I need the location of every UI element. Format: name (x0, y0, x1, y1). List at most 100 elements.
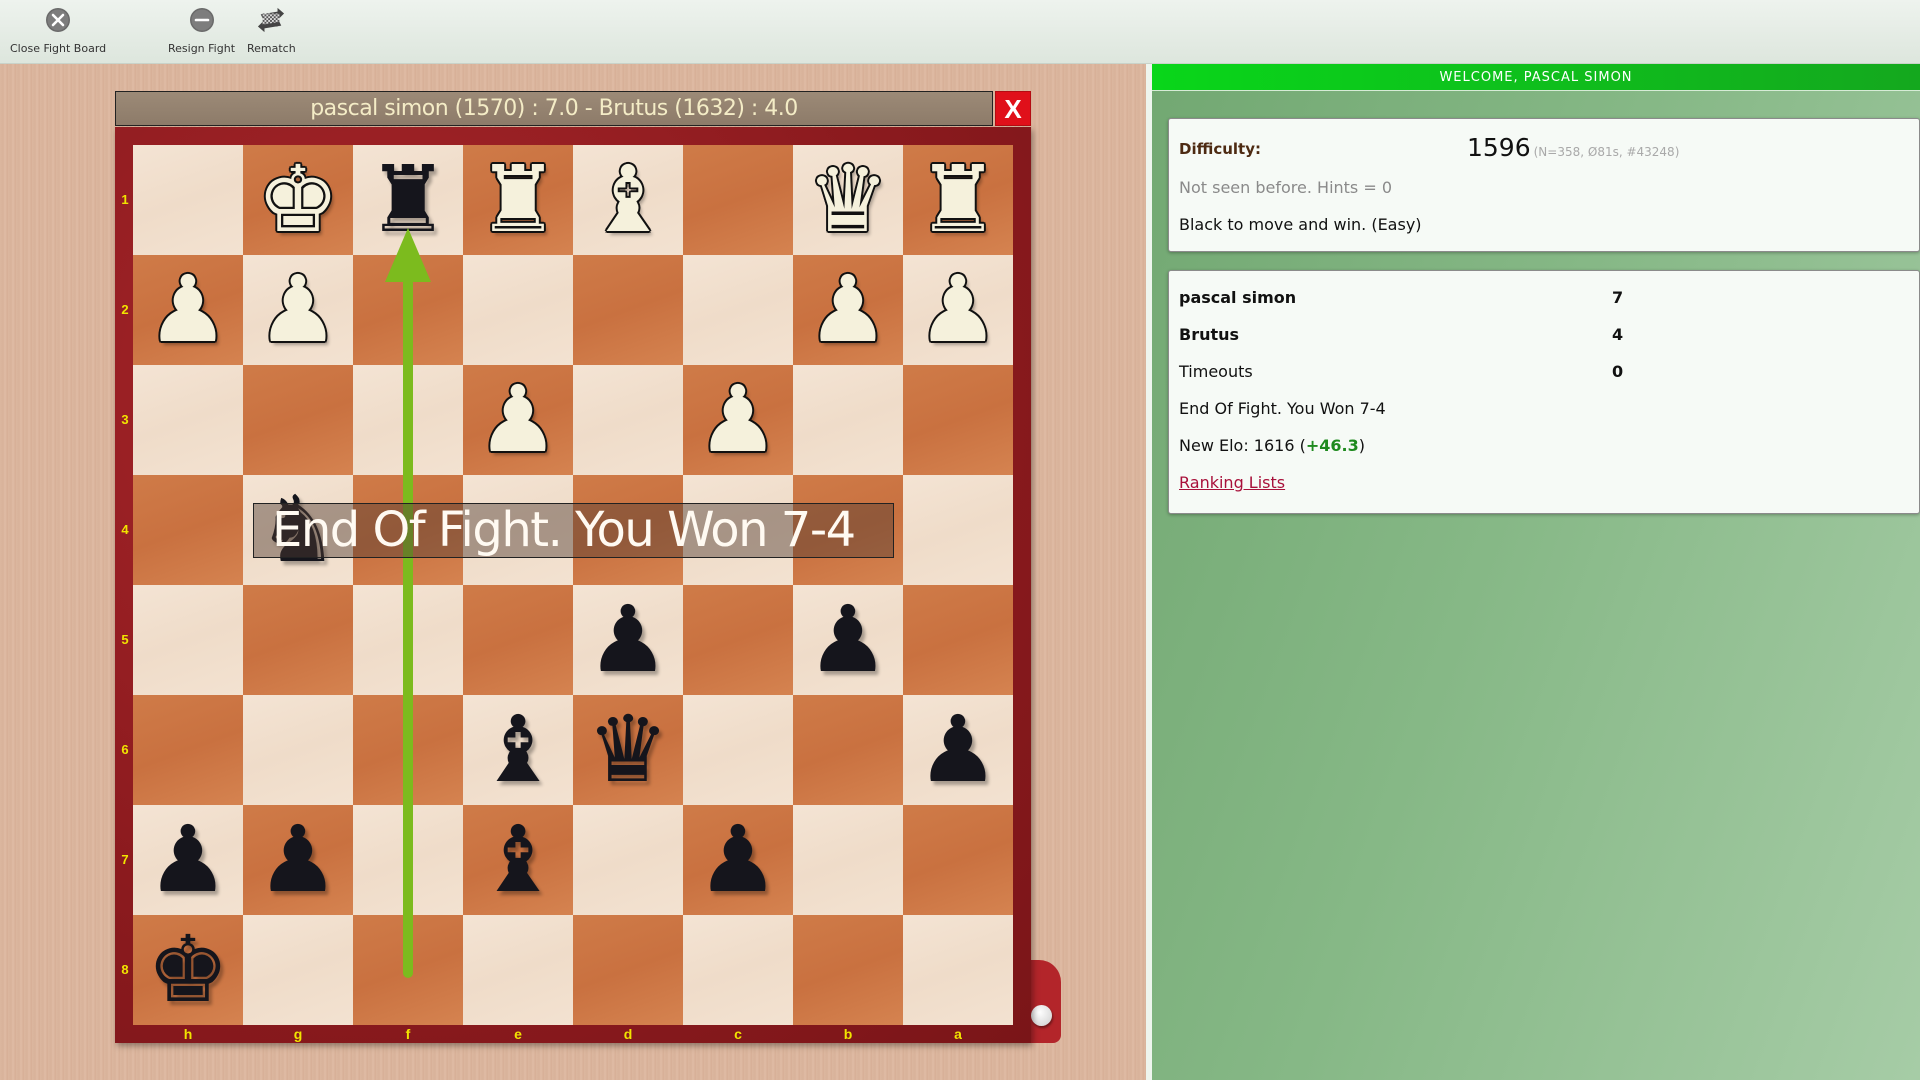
white-rook-piece[interactable]: ♜ (903, 145, 1013, 255)
square-c8[interactable] (683, 915, 793, 1025)
square-c7[interactable]: ♟ (683, 805, 793, 915)
new-elo-suffix: ) (1358, 436, 1365, 455)
square-g6[interactable] (243, 695, 353, 805)
square-h3[interactable] (133, 365, 243, 475)
square-g3[interactable] (243, 365, 353, 475)
square-a1[interactable]: ♜ (903, 145, 1013, 255)
square-d3[interactable] (573, 365, 683, 475)
square-h5[interactable] (133, 585, 243, 695)
square-f8[interactable] (353, 915, 463, 1025)
square-h1[interactable] (133, 145, 243, 255)
black-queen-piece[interactable]: ♛ (573, 695, 683, 805)
board-handle-knob[interactable] (1031, 1005, 1052, 1026)
black-rook-piece[interactable]: ♜ (353, 145, 463, 255)
square-f3[interactable] (353, 365, 463, 475)
square-b8[interactable] (793, 915, 903, 1025)
white-pawn-piece[interactable]: ♟ (133, 255, 243, 365)
square-c6[interactable] (683, 695, 793, 805)
rematch-button[interactable]: Rematch (247, 6, 296, 55)
square-d1[interactable]: ♝ (573, 145, 683, 255)
square-b5[interactable]: ♟ (793, 585, 903, 695)
black-pawn-piece[interactable]: ♟ (573, 585, 683, 695)
white-pawn-piece[interactable]: ♟ (683, 365, 793, 475)
square-c3[interactable]: ♟ (683, 365, 793, 475)
white-bishop-piece[interactable]: ♝ (573, 145, 683, 255)
white-queen-piece[interactable]: ♛ (793, 145, 903, 255)
square-h8[interactable]: ♚ (133, 915, 243, 1025)
square-g8[interactable] (243, 915, 353, 1025)
ranking-lists-link[interactable]: Ranking Lists (1179, 473, 1285, 492)
square-b7[interactable] (793, 805, 903, 915)
square-d5[interactable]: ♟ (573, 585, 683, 695)
close-fight-board-button[interactable]: Close Fight Board (10, 6, 106, 55)
square-f5[interactable] (353, 585, 463, 695)
square-a4[interactable] (903, 475, 1013, 585)
resign-fight-button[interactable]: Resign Fight (168, 6, 235, 55)
new-elo: New Elo: 1616 (+46.3) (1179, 436, 1365, 455)
square-d2[interactable] (573, 255, 683, 365)
black-pawn-piece[interactable]: ♟ (683, 805, 793, 915)
square-h7[interactable]: ♟ (133, 805, 243, 915)
square-c1[interactable] (683, 145, 793, 255)
square-e6[interactable]: ♝ (463, 695, 573, 805)
square-g7[interactable]: ♟ (243, 805, 353, 915)
square-e7[interactable]: ♝ (463, 805, 573, 915)
square-h4[interactable] (133, 475, 243, 585)
white-rook-piece[interactable]: ♜ (463, 145, 573, 255)
close-circle-icon (44, 6, 72, 34)
puzzle-info-card: Difficulty: 1596 (N=358, Ø81s, #43248) No… (1168, 118, 1920, 252)
square-e5[interactable] (463, 585, 573, 695)
square-d6[interactable]: ♛ (573, 695, 683, 805)
black-king-piece[interactable]: ♚ (133, 915, 243, 1025)
chess-board: ♚ ♜ ♜ ♝ ♛ ♜ ♟ ♟ ♟ ♟ ♟ ♟ ♞ ♟ ♟ ♝ ♛ ♟ ♟ ♟ ♝ ♟ ♚ (133, 145, 1013, 1025)
black-bishop-piece[interactable]: ♝ (463, 695, 573, 805)
square-a6[interactable]: ♟ (903, 695, 1013, 805)
square-a7[interactable] (903, 805, 1013, 915)
square-f7[interactable] (353, 805, 463, 915)
toolbar: Close Fight Board Resign Fight Rematch (0, 0, 1920, 64)
white-king-piece[interactable]: ♚ (243, 145, 353, 255)
square-f1[interactable]: ♜ (353, 145, 463, 255)
square-a3[interactable] (903, 365, 1013, 475)
square-h6[interactable] (133, 695, 243, 805)
white-pawn-piece[interactable]: ♟ (463, 365, 573, 475)
square-c5[interactable] (683, 585, 793, 695)
square-f6[interactable] (353, 695, 463, 805)
white-pawn-piece[interactable]: ♟ (243, 255, 353, 365)
square-a8[interactable] (903, 915, 1013, 1025)
difficulty-value: 1596 (N=358, Ø81s, #43248) (1467, 133, 1679, 162)
square-c2[interactable] (683, 255, 793, 365)
white-pawn-piece[interactable]: ♟ (903, 255, 1013, 365)
close-board-button[interactable]: X (995, 91, 1031, 126)
square-e2[interactable] (463, 255, 573, 365)
black-pawn-piece[interactable]: ♟ (243, 805, 353, 915)
square-b6[interactable] (793, 695, 903, 805)
rank-label: 2 (121, 302, 129, 317)
black-pawn-piece[interactable]: ♟ (793, 585, 903, 695)
difficulty-meta: (N=358, Ø81s, #43248) (1533, 145, 1680, 159)
rematch-label: Rematch (247, 42, 296, 55)
black-pawn-piece[interactable]: ♟ (133, 805, 243, 915)
square-e3[interactable]: ♟ (463, 365, 573, 475)
file-label: c (734, 1026, 742, 1042)
square-g5[interactable] (243, 585, 353, 695)
square-b3[interactable] (793, 365, 903, 475)
square-f2[interactable] (353, 255, 463, 365)
square-g2[interactable]: ♟ (243, 255, 353, 365)
black-pawn-piece[interactable]: ♟ (903, 695, 1013, 805)
file-label: g (293, 1026, 303, 1042)
square-e1[interactable]: ♜ (463, 145, 573, 255)
white-pawn-piece[interactable]: ♟ (793, 255, 903, 365)
square-b2[interactable]: ♟ (793, 255, 903, 365)
square-d8[interactable] (573, 915, 683, 1025)
square-b1[interactable]: ♛ (793, 145, 903, 255)
black-bishop-piece[interactable]: ♝ (463, 805, 573, 915)
square-a5[interactable] (903, 585, 1013, 695)
square-a2[interactable]: ♟ (903, 255, 1013, 365)
board-title-bar: pascal simon (1570) : 7.0 - Brutus (1632… (115, 91, 993, 126)
square-d7[interactable] (573, 805, 683, 915)
square-g1[interactable]: ♚ (243, 145, 353, 255)
square-e8[interactable] (463, 915, 573, 1025)
square-h2[interactable]: ♟ (133, 255, 243, 365)
minus-circle-icon (188, 6, 216, 34)
